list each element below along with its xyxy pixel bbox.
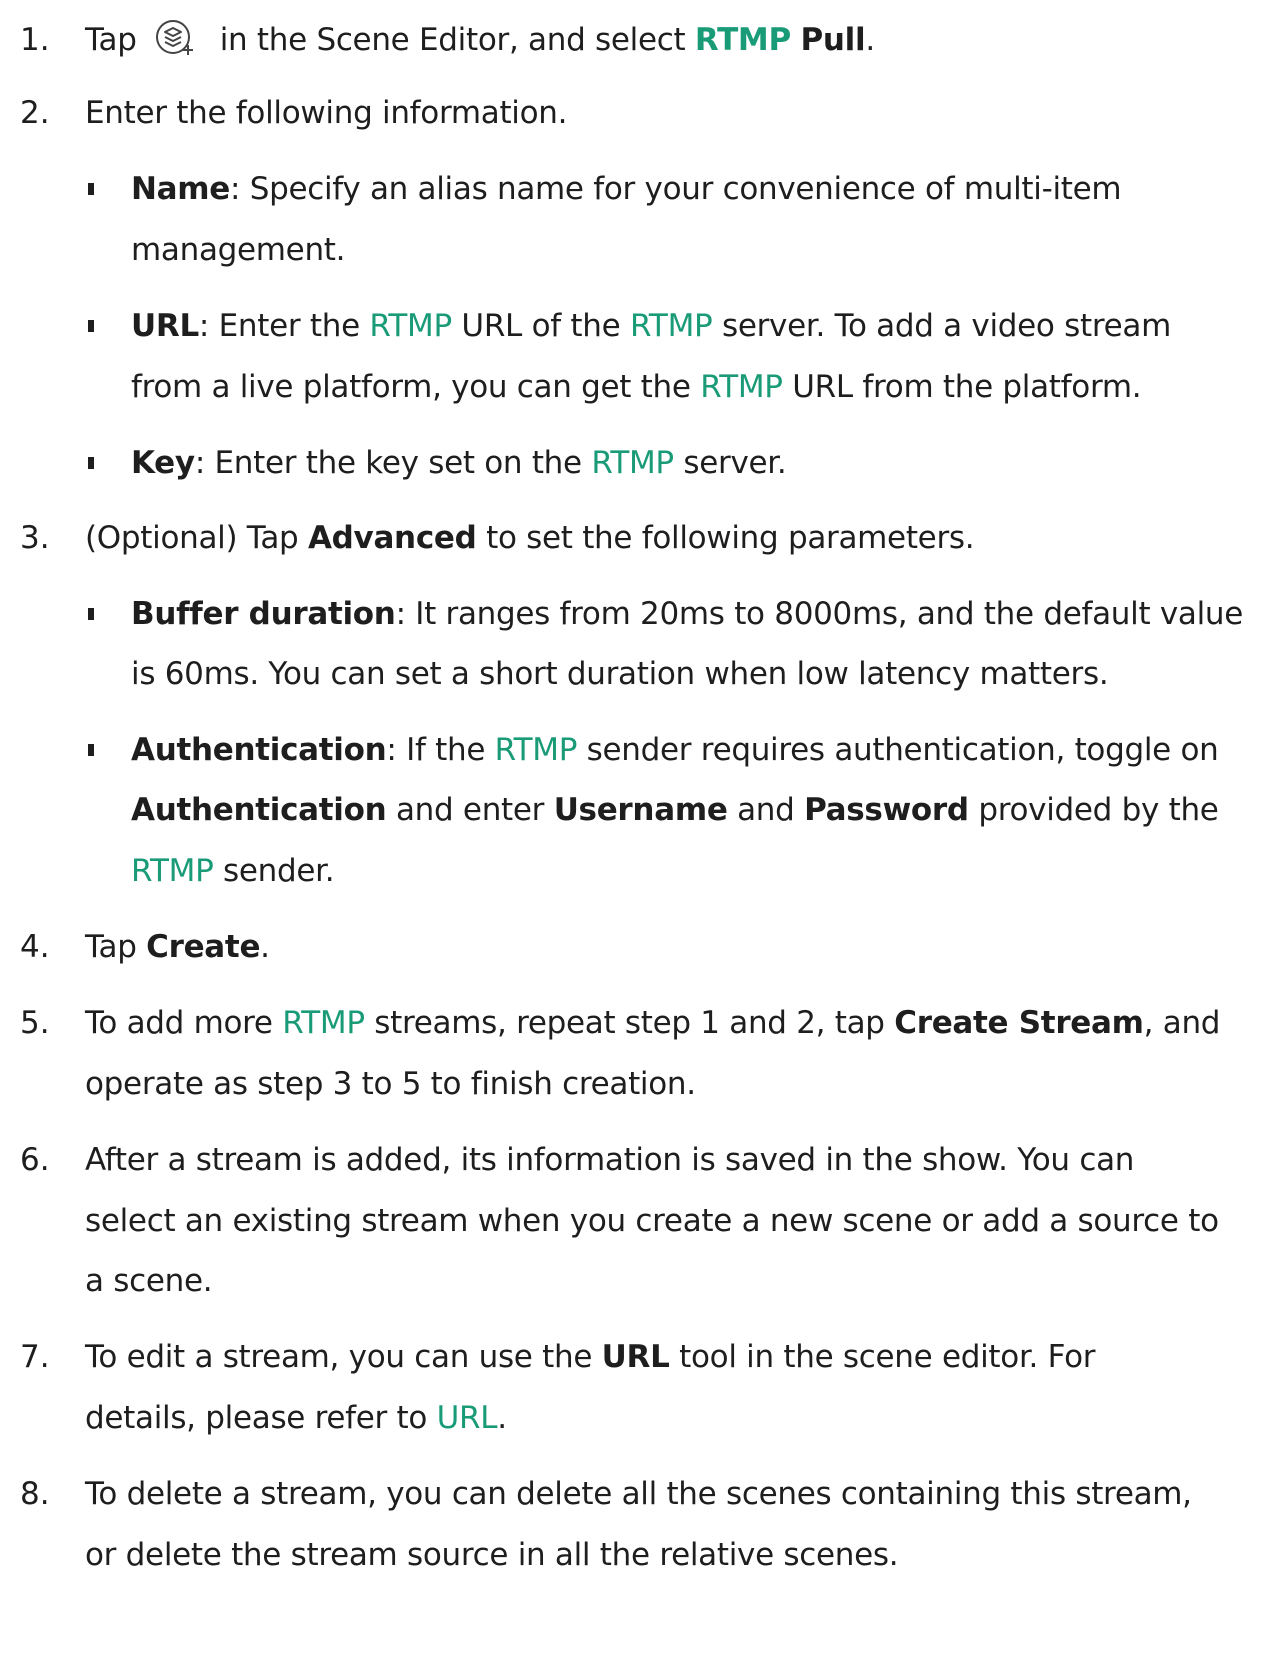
sub-item-buffer-line-2: is 60ms. You can set a short duration wh… <box>131 656 1109 692</box>
step-number: 2. <box>20 95 50 131</box>
sub-item-name-line-2: management. <box>131 232 346 268</box>
step-4-line-1: Tap Create. <box>85 929 270 965</box>
step-3-line-1: (Optional) Tap Advanced to set the follo… <box>85 520 975 556</box>
url-link[interactable]: URL <box>437 1400 498 1436</box>
sub-item-auth-line-3: RTMP sender. <box>131 853 335 889</box>
step-8-line-1: To delete a stream, you can delete all t… <box>85 1476 1192 1512</box>
rtmp-link[interactable]: RTMP <box>700 369 783 405</box>
step-6-line-3: a scene. <box>85 1263 213 1299</box>
step-number: 3. <box>20 520 50 556</box>
step-1-line-1: Tap in the Scene Editor, and select RTMP… <box>85 17 875 61</box>
bullet-icon <box>88 608 94 620</box>
sub-item-key-line-1: Key: Enter the key set on the RTMP serve… <box>131 445 787 481</box>
sub-item-auth-line-1: Authentication: If the RTMP sender requi… <box>131 732 1219 768</box>
layers-add-icon <box>152 17 200 61</box>
step-7-line-2: details, please refer to URL. <box>85 1400 507 1436</box>
step-number: 5. <box>20 1005 50 1041</box>
sub-item-auth-line-2: Authentication and enter Username and Pa… <box>131 792 1219 828</box>
rtmp-link[interactable]: RTMP <box>591 445 674 481</box>
step-number: 1. <box>20 22 50 58</box>
step-number: 6. <box>20 1142 50 1178</box>
step-number: 4. <box>20 929 50 965</box>
bullet-icon <box>88 744 94 756</box>
rtmp-link[interactable]: RTMP <box>695 22 791 58</box>
rtmp-link[interactable]: RTMP <box>630 308 713 344</box>
bullet-icon <box>88 457 94 469</box>
step-8-line-2: or delete the stream source in all the r… <box>85 1537 899 1573</box>
bullet-icon <box>88 183 94 195</box>
document-page: 1. Tap in the Scene Editor, and select R… <box>0 0 1279 1657</box>
sub-item-url-line-1: URL: Enter the RTMP URL of the RTMP serv… <box>131 308 1171 344</box>
rtmp-link[interactable]: RTMP <box>282 1005 365 1041</box>
rtmp-link[interactable]: RTMP <box>369 308 452 344</box>
bullet-icon <box>88 320 94 332</box>
step-5-line-2: operate as step 3 to 5 to finish creatio… <box>85 1066 696 1102</box>
sub-item-url-line-2: from a live platform, you can get the RT… <box>131 369 1142 405</box>
sub-item-name-line-1: Name: Specify an alias name for your con… <box>131 171 1122 207</box>
rtmp-link[interactable]: RTMP <box>131 853 214 889</box>
sub-item-buffer-line-1: Buffer duration: It ranges from 20ms to … <box>131 596 1244 632</box>
rtmp-link[interactable]: RTMP <box>495 732 578 768</box>
step-number: 8. <box>20 1476 50 1512</box>
step-5-line-1: To add more RTMP streams, repeat step 1 … <box>85 1005 1221 1041</box>
step-6-line-2: select an existing stream when you creat… <box>85 1203 1219 1239</box>
step-6-line-1: After a stream is added, its information… <box>85 1142 1135 1178</box>
step-2-line-1: Enter the following information. <box>85 95 568 131</box>
step-7-line-1: To edit a stream, you can use the URL to… <box>85 1339 1096 1375</box>
step-number: 7. <box>20 1339 50 1375</box>
